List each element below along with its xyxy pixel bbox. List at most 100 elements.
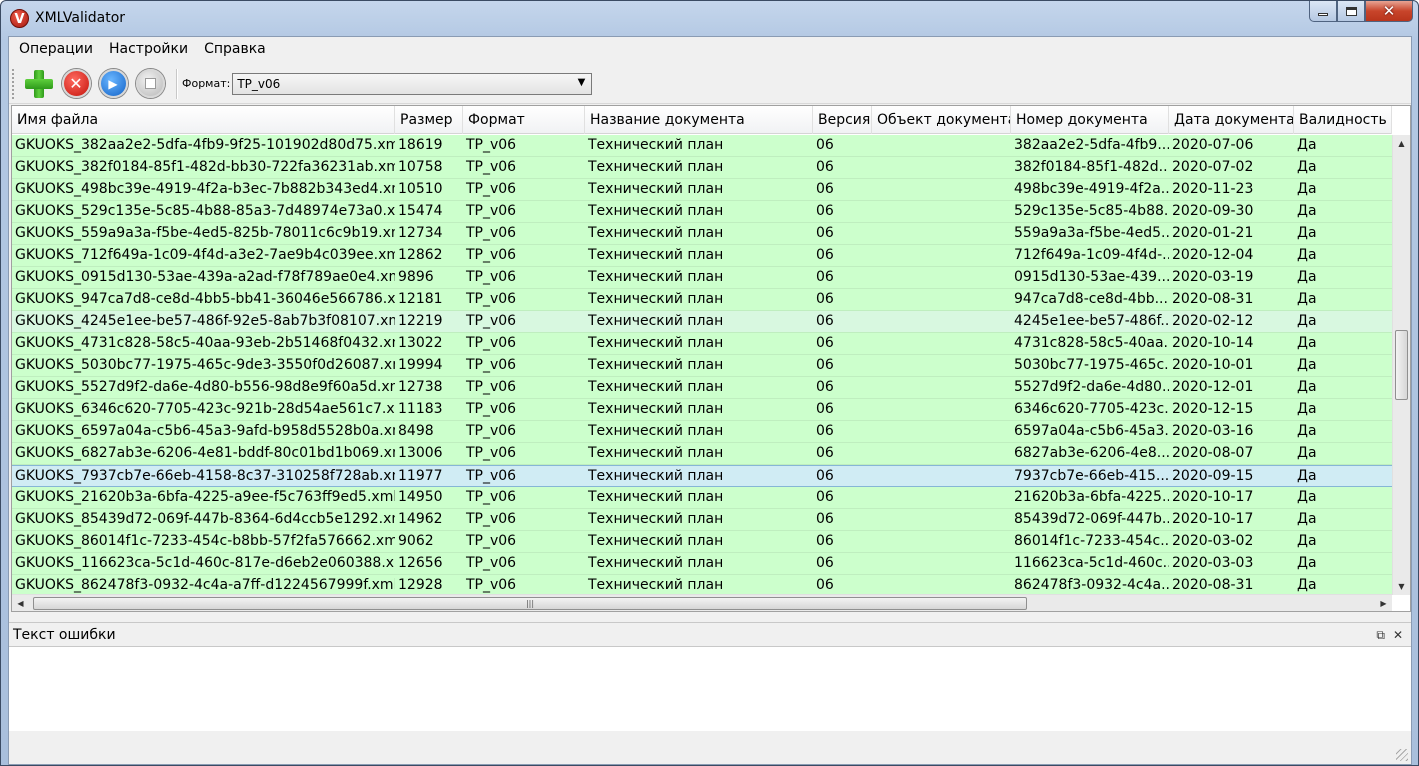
cell-size: 12181 (398, 291, 443, 307)
cell-filename: GKUOKS_712f649a-1c09-4f4d-a3e2-7ae9b4c03… (15, 247, 395, 263)
error-panel-header: Текст ошибки ⧉ ✕ (9, 623, 1411, 647)
minimize-button[interactable] (1309, 1, 1337, 22)
cell-doc-number: 382aa2e2-5dfa-4fb9... (1014, 137, 1169, 153)
cell-doc-object (872, 179, 1011, 200)
menu-help[interactable]: Справка (196, 37, 274, 62)
scroll-right-icon[interactable]: ▶ (1375, 595, 1392, 611)
maximize-icon (1345, 6, 1357, 16)
table-row[interactable]: GKUOKS_7937cb7e-66eb-4158-8c37-310258f72… (12, 465, 1392, 487)
cell-validity: Да (1297, 203, 1317, 219)
column-header-doc-object[interactable]: Объект документа (872, 106, 1011, 134)
menu-bar: Операции Настройки Справка (9, 37, 1411, 62)
table-row[interactable]: GKUOKS_947ca7d8-ce8d-4bb5-bb41-36046e566… (12, 289, 1392, 311)
cell-doc-number: 4245e1ee-be57-486f... (1014, 313, 1169, 329)
error-text-area[interactable] (9, 647, 1411, 733)
column-header-version[interactable]: Версия (813, 106, 872, 134)
format-select[interactable]: TP_v06 ▼ (232, 72, 593, 95)
table-row[interactable]: GKUOKS_21620b3a-6bfa-4225-a9ee-f5c763ff9… (12, 487, 1392, 509)
cell-doc-name: Технический план (588, 445, 724, 461)
app-window: V XMLValidator ✕ Операции Настройки Спра… (0, 0, 1419, 766)
table-row[interactable]: GKUOKS_498bc39e-4919-4f2a-b3ec-7b882b343… (12, 179, 1392, 201)
cell-validity: Да (1297, 291, 1317, 307)
cell-doc-name: Технический план (588, 247, 724, 263)
table-row[interactable]: GKUOKS_382aa2e2-5dfa-4fb9-9f25-101902d80… (12, 135, 1392, 157)
menu-settings[interactable]: Настройки (101, 37, 196, 62)
cell-filename: GKUOKS_4245e1ee-be57-486f-92e5-8ab7b3f08… (15, 313, 395, 329)
cell-doc-date: 2020-10-01 (1172, 357, 1254, 373)
table-row[interactable]: GKUOKS_4245e1ee-be57-486f-92e5-8ab7b3f08… (12, 311, 1392, 333)
cell-validity: Да (1297, 533, 1317, 549)
column-header-doc-name[interactable]: Название документа (585, 106, 813, 134)
horizontal-scroll-thumb[interactable]: ||| (33, 597, 1027, 610)
float-panel-icon[interactable]: ⧉ (1376, 623, 1385, 647)
table-row[interactable]: GKUOKS_6346c620-7705-423c-921b-28d54ae56… (12, 399, 1392, 421)
close-button[interactable]: ✕ (1365, 1, 1413, 22)
scroll-up-icon[interactable]: ▲ (1393, 135, 1410, 152)
cell-validity: Да (1297, 555, 1317, 571)
main-area: Операции Настройки Справка ✕ ▶ Формат: T… (8, 36, 1412, 765)
cell-doc-date: 2020-03-19 (1172, 269, 1254, 285)
run-button[interactable]: ▶ (96, 67, 130, 101)
cell-doc-object (872, 223, 1011, 244)
cell-size: 14950 (398, 489, 443, 505)
table-row[interactable]: GKUOKS_5030bc77-1975-465c-9de3-3550f0d26… (12, 355, 1392, 377)
cell-doc-number: 86014f1c-7233-454c... (1014, 533, 1169, 549)
column-header-validity[interactable]: Валидность (1294, 106, 1392, 134)
table-row[interactable]: GKUOKS_85439d72-069f-447b-8364-6d4ccb5e1… (12, 509, 1392, 531)
cell-doc-date: 2020-08-07 (1172, 445, 1254, 461)
cell-doc-name: Технический план (588, 357, 724, 373)
minimize-icon (1318, 12, 1328, 16)
vertical-scroll-thumb[interactable] (1395, 330, 1408, 400)
remove-button[interactable]: ✕ (59, 67, 93, 101)
add-files-button[interactable] (22, 67, 56, 101)
table-row[interactable]: GKUOKS_5527d9f2-da6e-4d80-b556-98d8e9f60… (12, 377, 1392, 399)
cell-doc-object (872, 509, 1011, 530)
cell-format: TP_v06 (466, 489, 517, 505)
cell-version: 06 (816, 313, 834, 329)
stop-button[interactable] (133, 67, 167, 101)
scroll-left-icon[interactable]: ◀ (12, 595, 29, 611)
table-row[interactable]: GKUOKS_0915d130-53ae-439a-a2ad-f78f789ae… (12, 267, 1392, 289)
cell-version: 06 (816, 291, 834, 307)
maximize-button[interactable] (1337, 1, 1365, 22)
scroll-down-icon[interactable]: ▼ (1393, 578, 1410, 595)
vertical-scrollbar[interactable]: ▲ ▼ (1392, 135, 1410, 595)
cell-doc-name: Технический план (588, 159, 724, 175)
app-logo-icon: V (10, 9, 29, 28)
title-bar[interactable]: V XMLValidator ✕ (1, 1, 1418, 35)
column-header-doc-date[interactable]: Дата документа (1169, 106, 1294, 134)
cell-doc-number: 498bc39e-4919-4f2a... (1014, 181, 1169, 197)
cell-version: 06 (816, 181, 834, 197)
table-row[interactable]: GKUOKS_116623ca-5c1d-460c-817e-d6eb2e060… (12, 553, 1392, 575)
cell-filename: GKUOKS_5030bc77-1975-465c-9de3-3550f0d26… (15, 357, 395, 373)
cell-doc-object (872, 531, 1011, 552)
table-row[interactable]: GKUOKS_6827ab3e-6206-4e81-bddf-80c01bd1b… (12, 443, 1392, 465)
table-row[interactable]: GKUOKS_382f0184-85f1-482d-bb30-722fa3623… (12, 157, 1392, 179)
table-row[interactable]: GKUOKS_559a9a3a-f5be-4ed5-825b-78011c6c9… (12, 223, 1392, 245)
table-row[interactable]: GKUOKS_529c135e-5c85-4b88-85a3-7d48974e7… (12, 201, 1392, 223)
cell-format: TP_v06 (466, 291, 517, 307)
column-header-filename[interactable]: Имя файла (12, 106, 395, 134)
close-icon: ✕ (1382, 2, 1396, 20)
cell-size: 12656 (398, 555, 443, 571)
table-row[interactable]: GKUOKS_862478f3-0932-4c4a-a7ff-d12245679… (12, 575, 1392, 595)
column-header-doc-number[interactable]: Номер документа (1011, 106, 1169, 134)
column-header-format[interactable]: Формат (463, 106, 585, 134)
cell-format: TP_v06 (466, 269, 517, 285)
table-row[interactable]: GKUOKS_4731c828-58c5-40aa-93eb-2b51468f0… (12, 333, 1392, 355)
table-row[interactable]: GKUOKS_712f649a-1c09-4f4d-a3e2-7ae9b4c03… (12, 245, 1392, 267)
cell-validity: Да (1297, 423, 1317, 439)
column-header-size[interactable]: Размер (395, 106, 463, 134)
cell-doc-name: Технический план (588, 555, 724, 571)
menu-operations[interactable]: Операции (11, 37, 101, 62)
cell-doc-name: Технический план (588, 313, 724, 329)
toolbar-grip[interactable] (12, 68, 16, 99)
cell-filename: GKUOKS_21620b3a-6bfa-4225-a9ee-f5c763ff9… (15, 489, 395, 505)
status-bar (9, 731, 1411, 764)
close-panel-icon[interactable]: ✕ (1393, 623, 1403, 647)
resize-grip-icon[interactable] (1396, 749, 1408, 761)
table-row[interactable]: GKUOKS_86014f1c-7233-454c-b8bb-57f2fa576… (12, 531, 1392, 553)
table-row[interactable]: GKUOKS_6597a04a-c5b6-45a3-9afd-b958d5528… (12, 421, 1392, 443)
horizontal-scrollbar[interactable]: ◀ ||| ▶ (12, 594, 1392, 611)
cell-doc-object (872, 289, 1011, 310)
